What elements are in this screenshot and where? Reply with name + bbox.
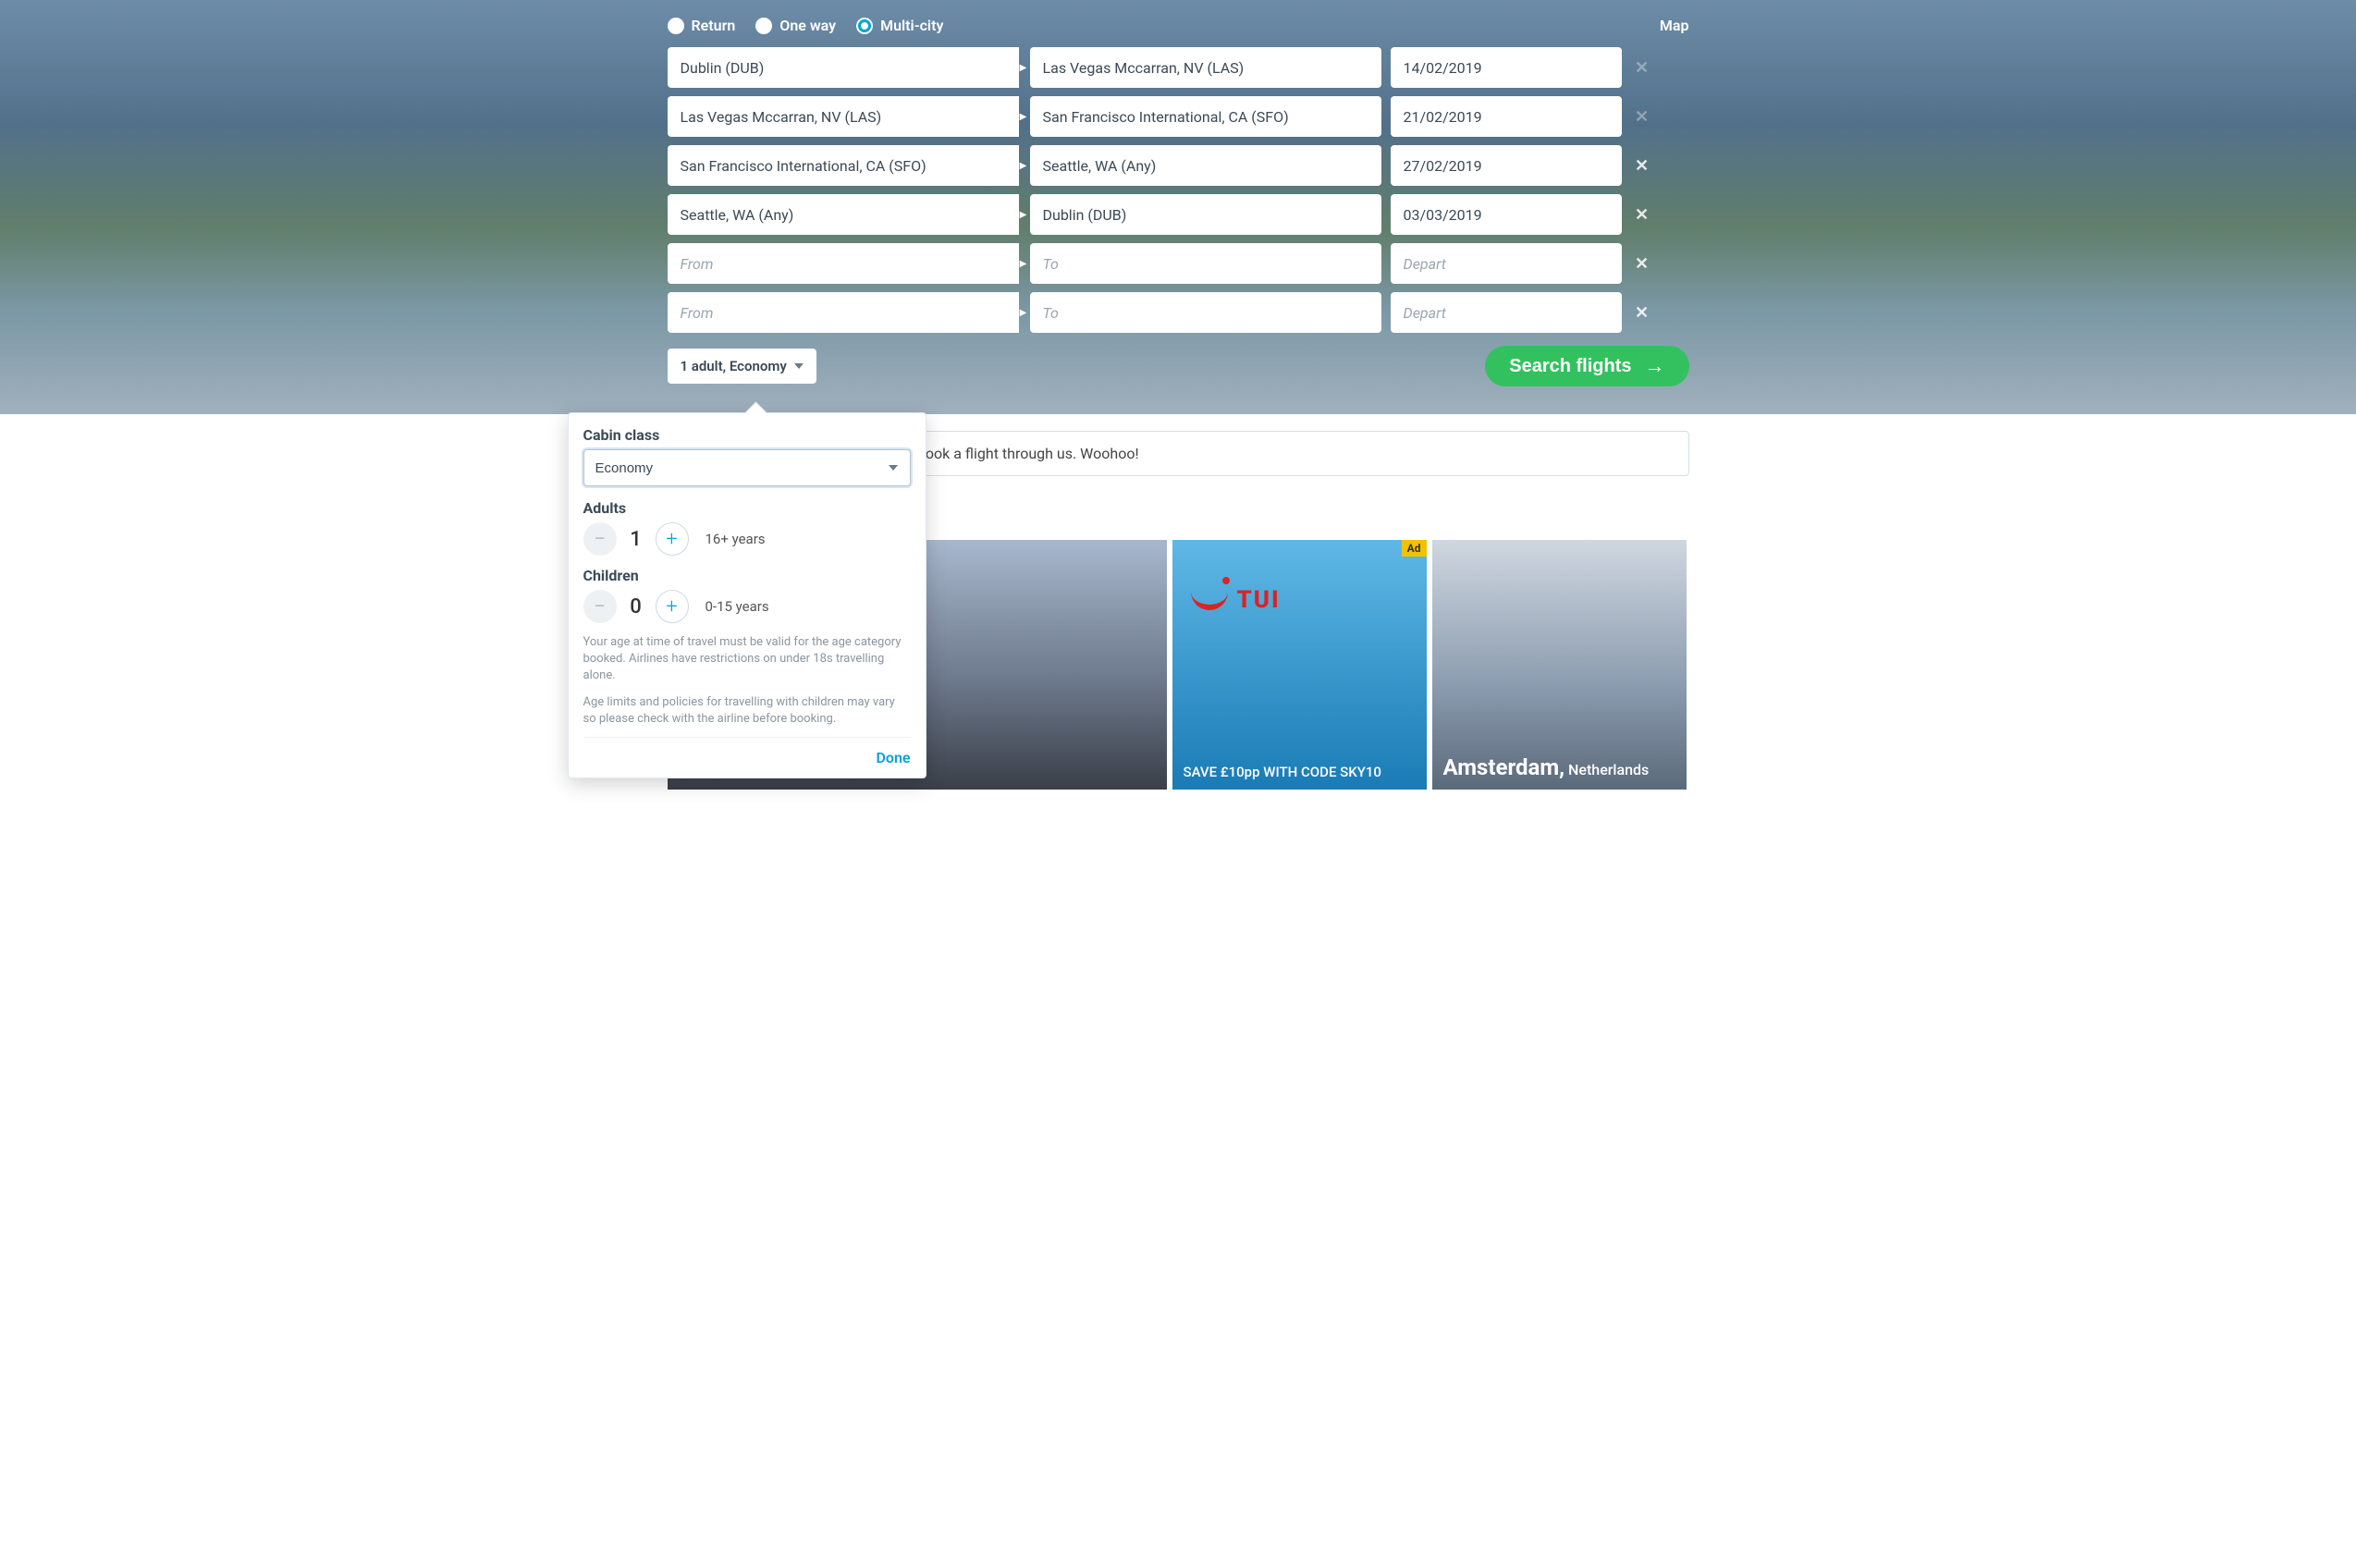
to-field[interactable]: San Francisco International, CA (SFO) — [1030, 96, 1381, 137]
depart-field[interactable]: Depart — [1391, 243, 1622, 284]
trip-type-multicity-label: Multi-city — [880, 17, 943, 34]
passengers-cabin-toggle[interactable]: 1 adult, Economy — [668, 349, 816, 384]
to-field[interactable]: Dublin (DUB) — [1030, 194, 1381, 235]
from-field[interactable]: San Francisco International, CA (SFO) — [668, 145, 1019, 186]
tui-promo-text: SAVE £10pp WITH CODE SKY10 — [1184, 764, 1381, 780]
tui-logo: TUI — [1191, 586, 1281, 614]
from-value: Dublin (DUB) — [681, 59, 765, 77]
from-field[interactable]: From — [668, 243, 1019, 284]
cabin-class-label: Cabin class — [583, 426, 911, 444]
destination-city: Amsterdam, — [1443, 754, 1565, 780]
depart-field[interactable]: 27/02/2019 — [1391, 145, 1622, 186]
search-flights-button[interactable]: Search flights → — [1485, 346, 1688, 386]
remove-leg-button[interactable]: ✕ — [1627, 254, 1657, 274]
depart-value: 21/02/2019 — [1404, 108, 1482, 126]
search-flights-label: Search flights — [1509, 356, 1631, 377]
trip-type-multicity[interactable]: Multi-city — [856, 17, 943, 34]
ad-badge: Ad — [1402, 540, 1427, 557]
leg-row: From To Depart ✕ — [668, 243, 1689, 284]
to-value: Seattle, WA (Any) — [1043, 157, 1157, 175]
done-button[interactable]: Done — [876, 749, 910, 766]
children-label: Children — [583, 567, 911, 584]
children-decrement-button[interactable]: − — [583, 590, 617, 623]
depart-placeholder: Depart — [1404, 304, 1446, 322]
swap-caret-icon — [1019, 292, 1028, 333]
adults-stepper: − 1 + 16+ years — [583, 522, 911, 556]
from-value: Seattle, WA (Any) — [681, 206, 794, 224]
trip-type-return-label: Return — [692, 17, 736, 34]
depart-value: 03/03/2019 — [1404, 206, 1482, 224]
ad-card-tui[interactable]: Ad TUI SAVE £10pp WITH CODE SKY10 — [1172, 540, 1427, 790]
swap-caret-icon — [1019, 194, 1028, 235]
depart-field[interactable]: 03/03/2019 — [1391, 194, 1622, 235]
depart-value: 27/02/2019 — [1404, 157, 1482, 175]
children-increment-button[interactable]: + — [656, 590, 689, 623]
remove-leg-button: ✕ — [1627, 107, 1657, 127]
leg-row: Dublin (DUB) Las Vegas Mccarran, NV (LAS)… — [668, 47, 1689, 88]
adults-hint: 16+ years — [706, 531, 766, 547]
trip-type-oneway[interactable]: One way — [755, 17, 836, 34]
children-hint: 0-15 years — [706, 598, 769, 615]
to-field[interactable]: Las Vegas Mccarran, NV (LAS) — [1030, 47, 1381, 88]
trip-type-return[interactable]: Return — [668, 17, 736, 34]
children-count: 0 — [628, 595, 644, 619]
remove-leg-button[interactable]: ✕ — [1627, 156, 1657, 176]
leg-row: Seattle, WA (Any) Dublin (DUB) 03/03/2019 ✕ — [668, 194, 1689, 235]
from-field[interactable]: Seattle, WA (Any) — [668, 194, 1019, 235]
to-field[interactable]: To — [1030, 243, 1381, 284]
to-field[interactable]: To — [1030, 292, 1381, 333]
from-field[interactable]: Las Vegas Mccarran, NV (LAS) — [668, 96, 1019, 137]
leg-row: San Francisco International, CA (SFO) Sea… — [668, 145, 1689, 186]
age-fineprint-1: Your age at time of travel must be valid… — [583, 634, 911, 685]
depart-field[interactable]: 14/02/2019 — [1391, 47, 1622, 88]
tui-smile-icon — [1191, 590, 1228, 610]
cabin-class-select[interactable]: Economy — [583, 449, 911, 486]
to-value: Las Vegas Mccarran, NV (LAS) — [1043, 59, 1245, 77]
adults-decrement-button[interactable]: − — [583, 522, 617, 556]
from-placeholder: From — [681, 304, 714, 322]
passengers-cabin-summary: 1 adult, Economy — [681, 358, 787, 374]
chevron-down-icon — [889, 465, 898, 471]
children-stepper: − 0 + 0-15 years — [583, 590, 911, 623]
to-placeholder: To — [1043, 304, 1059, 322]
from-field[interactable]: From — [668, 292, 1019, 333]
destination-country: Netherlands — [1568, 761, 1649, 778]
from-value: San Francisco International, CA (SFO) — [681, 157, 926, 175]
depart-placeholder: Depart — [1404, 255, 1446, 273]
remove-leg-button[interactable]: ✕ — [1627, 303, 1657, 323]
leg-row: Las Vegas Mccarran, NV (LAS) San Francisc… — [668, 96, 1689, 137]
to-field[interactable]: Seattle, WA (Any) — [1030, 145, 1381, 186]
from-placeholder: From — [681, 255, 714, 273]
from-value: Las Vegas Mccarran, NV (LAS) — [681, 108, 882, 126]
to-value: Dublin (DUB) — [1043, 206, 1127, 224]
tui-brand-text: TUI — [1237, 586, 1281, 614]
depart-field[interactable]: Depart — [1391, 292, 1622, 333]
remove-leg-button[interactable]: ✕ — [1627, 205, 1657, 225]
remove-leg-button: ✕ — [1627, 58, 1657, 78]
destination-card-amsterdam[interactable]: Amsterdam, Netherlands — [1432, 540, 1687, 790]
trip-type-oneway-label: One way — [779, 17, 836, 34]
multicity-legs: Dublin (DUB) Las Vegas Mccarran, NV (LAS)… — [668, 47, 1689, 333]
trip-type-row: Return One way Multi-city Map — [668, 17, 1689, 34]
depart-value: 14/02/2019 — [1404, 59, 1482, 77]
age-fineprint-2: Age limits and policies for travelling w… — [583, 694, 911, 728]
adults-increment-button[interactable]: + — [656, 522, 689, 556]
adults-count: 1 — [628, 528, 644, 551]
to-value: San Francisco International, CA (SFO) — [1043, 108, 1289, 126]
leg-row: From To Depart ✕ — [668, 292, 1689, 333]
chevron-down-icon — [794, 363, 804, 369]
depart-field[interactable]: 21/02/2019 — [1391, 96, 1622, 137]
from-field[interactable]: Dublin (DUB) — [668, 47, 1019, 88]
swap-caret-icon — [1019, 96, 1028, 137]
adults-label: Adults — [583, 499, 911, 517]
to-placeholder: To — [1043, 255, 1059, 273]
swap-caret-icon — [1019, 243, 1028, 284]
passengers-cabin-popover: Cabin class Economy Adults − 1 + 16+ yea… — [568, 412, 926, 778]
arrow-right-icon: → — [1645, 354, 1665, 378]
map-link[interactable]: Map — [1660, 17, 1689, 34]
swap-caret-icon — [1019, 145, 1028, 186]
swap-caret-icon — [1019, 47, 1028, 88]
